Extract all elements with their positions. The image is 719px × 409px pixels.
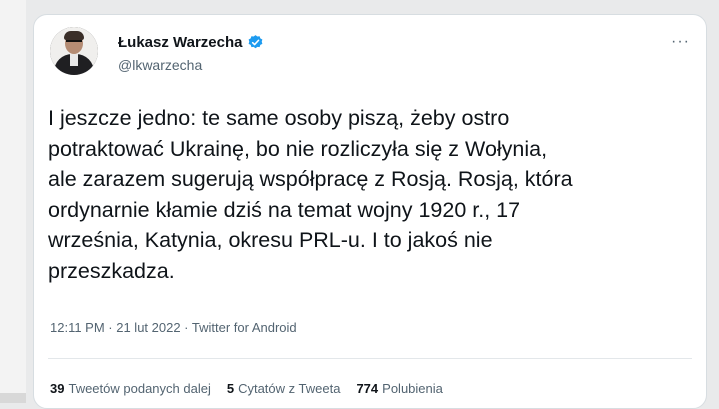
tweet-card[interactable]: Łukasz Warzecha @lkwarzecha ··· I jeszcz…: [33, 14, 707, 409]
likes-count: 774: [356, 381, 379, 396]
quotes-count: 5: [226, 381, 235, 396]
author-handle[interactable]: @lkwarzecha: [118, 57, 202, 73]
tweet-stats: 39 Tweetów podanych dalej 5 Cytatów z Twee…: [50, 381, 443, 396]
retweets-label: Tweetów podanych dalej: [68, 381, 211, 396]
retweets-stat[interactable]: 39 Tweetów podanych dalej: [50, 381, 211, 396]
author-name-row[interactable]: Łukasz Warzecha: [118, 34, 264, 51]
verified-badge-icon: [248, 35, 262, 49]
author-display-name[interactable]: Łukasz Warzecha: [118, 34, 243, 51]
quotes-stat[interactable]: 5 Cytatów z Tweeta: [227, 381, 341, 396]
more-options-icon[interactable]: ···: [671, 33, 690, 51]
left-strip-marker: [0, 393, 26, 403]
left-strip: [0, 0, 26, 403]
likes-label: Polubienia: [382, 381, 443, 396]
likes-stat[interactable]: 774 Polubienia: [356, 381, 442, 396]
retweets-count: 39: [50, 381, 65, 396]
avatar[interactable]: [50, 27, 98, 75]
divider: [48, 358, 692, 359]
tweet-text: I jeszcze jedno: te same osoby piszą, że…: [48, 106, 573, 283]
tweet-timestamp[interactable]: 12:11 PM · 21 lut 2022 · Twitter for And…: [50, 320, 297, 335]
quotes-label: Cytatów z Tweeta: [238, 381, 341, 396]
